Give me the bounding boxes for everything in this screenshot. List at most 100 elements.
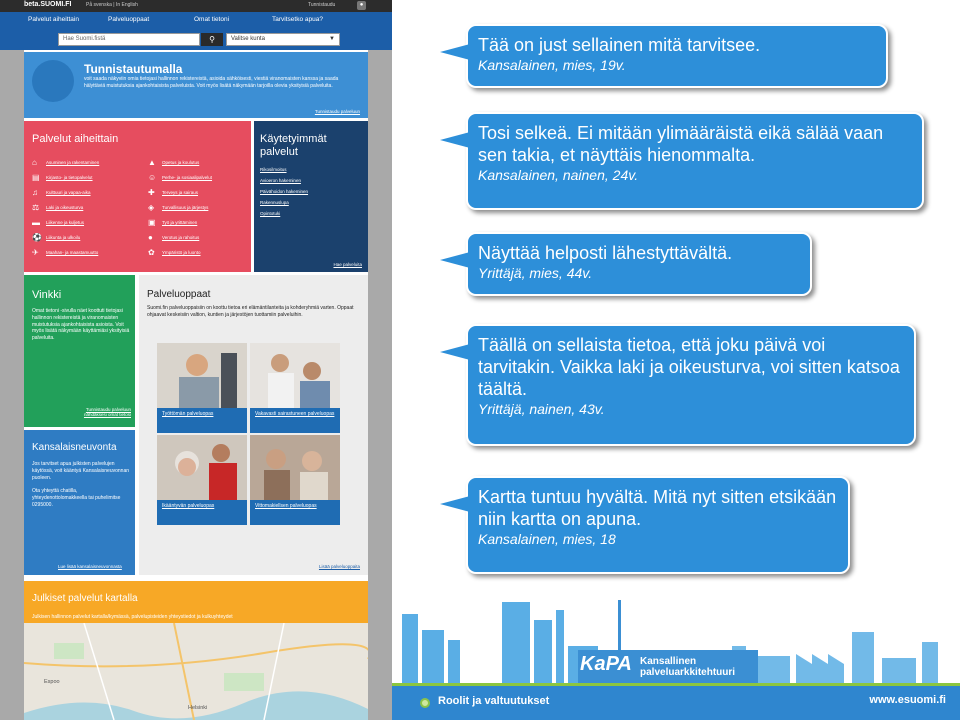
map-place-label: Espoo xyxy=(44,679,60,685)
more-guides-link[interactable]: Lisää palveluoppaita xyxy=(319,564,360,569)
tax-icon: ● xyxy=(148,233,153,242)
municipality-select[interactable]: Valitse kunta ▼ xyxy=(226,33,340,46)
most-used-list: Rikosilmoitus Avioeron hakeminen Päiväho… xyxy=(260,167,308,222)
services-map-title: Julkiset palvelut kartalla xyxy=(32,593,138,604)
quote-bubble: Tää on just sellainen mitä tarvitsee. Ka… xyxy=(440,24,888,88)
services-map-text: Julkisen hallinnon palvelut kartalla/kym… xyxy=(32,614,233,620)
topic-link[interactable]: ✚ Terveys ja sairaus xyxy=(148,185,212,200)
work-icon: ▣ xyxy=(148,218,156,227)
topic-link[interactable]: ⚽ Liikunta ja ulkoilu xyxy=(32,230,99,245)
topic-link[interactable]: ♫ Kulttuuri ja vapaa-aika xyxy=(32,185,99,200)
user-icon xyxy=(32,60,74,102)
services-map[interactable]: Espoo Helsinki xyxy=(24,623,368,720)
topic-link[interactable]: ▲ Opetus ja koulutus xyxy=(148,155,212,170)
municipality-select-value: Valitse kunta xyxy=(231,36,265,42)
topic-link[interactable]: ☺ Perhe- ja sosiaalipalvelut xyxy=(148,170,212,185)
tip-title: Vinkki xyxy=(32,289,62,301)
home-icon: ⌂ xyxy=(32,158,37,167)
tip-text: Omat tietoni -sivulla näet koottuti tiet… xyxy=(32,308,130,342)
site-topbar: beta.SUOMI.FI På svenska | In English Tu… xyxy=(0,0,392,12)
search-bar: Hae Suomi.fistä ⚲ Valitse kunta ▼ xyxy=(0,30,392,50)
bubble-tail xyxy=(440,44,470,60)
site-logo[interactable]: beta.SUOMI.FI xyxy=(24,1,71,8)
topic-link[interactable]: ⚖ Laki ja oikeusturva xyxy=(32,200,99,215)
guide-caption: Työttömän palveluopas xyxy=(162,411,214,417)
quote-author: Kansalainen, nainen, 24v. xyxy=(478,167,639,183)
service-guides-title: Palveluoppaat xyxy=(147,289,211,300)
lock-icon[interactable]: ● xyxy=(357,1,366,10)
nav-tarvitsetko-apua[interactable]: Tarvitsetko apua? xyxy=(272,16,323,23)
guide-tile[interactable]: Vittomakiellsen palveluopas xyxy=(250,435,340,525)
tip-link[interactable]: Tunnistaudu palveluun nähdäksesi omat ti… xyxy=(71,407,131,417)
citizen-advice-box: Kansalaisneuvonta Jos tarvitset apua jul… xyxy=(24,430,135,575)
login-promo-title: Tunnistautumalla xyxy=(84,62,183,76)
guide-photo xyxy=(250,435,340,500)
guide-photo xyxy=(157,343,247,408)
culture-icon: ♫ xyxy=(32,188,38,197)
topic-link[interactable]: ◈ Turvallisuus ja järjestys xyxy=(148,200,212,215)
family-icon: ☺ xyxy=(148,173,157,182)
guide-photo xyxy=(250,343,340,408)
nav-omat-tietoni[interactable]: Omat tietoni xyxy=(194,16,229,23)
service-guides: Palveluoppaat Suomi.fin palveluoppaisiin… xyxy=(139,275,368,575)
footer-strip: Roolit ja valtuutukset www.esuomi.fi xyxy=(392,686,960,720)
citizen-advice-contact: Ota yhteyttä chatilla, yhteydenottolomak… xyxy=(32,488,121,508)
services-by-topic: Palvelut aiheittain ⌂ Asuminen ja rakenta… xyxy=(24,121,251,272)
bubble-tail xyxy=(440,496,470,512)
kapa-logo: KaPA Kansallinen palveluarkkitehtuuri xyxy=(580,653,740,685)
guide-tile[interactable]: Ikääntyvän palveluopas xyxy=(157,435,247,525)
bubble-tail xyxy=(440,132,470,148)
language-links[interactable]: På svenska | In English xyxy=(86,2,138,8)
most-used-services: Käytetyimmät palvelut Rikosilmoitus Avio… xyxy=(254,121,368,272)
quote-text: Kartta tuntuu hyvältä. Mitä nyt sitten e… xyxy=(478,487,837,529)
quote-bubble: Tosi selkeä. Ei mitään ylimääräistä eikä… xyxy=(440,112,924,210)
most-used-link[interactable]: Avioeron hakeminen xyxy=(260,178,308,189)
kapa-title: Kansallinen palveluarkkitehtuuri xyxy=(640,656,736,678)
plane-icon: ✈ xyxy=(32,248,39,257)
guide-tile[interactable]: Työttömän palveluopas xyxy=(157,343,247,433)
sport-icon: ⚽ xyxy=(32,233,42,242)
topic-link[interactable]: ✿ Ympäristö ja luonto xyxy=(148,245,212,260)
citizen-advice-title: Kansalaisneuvonta xyxy=(32,442,117,453)
most-used-link[interactable]: Rikosilmoitus xyxy=(260,167,308,178)
quote-text: Tosi selkeä. Ei mitään ylimääräistä eikä… xyxy=(478,123,884,165)
service-guides-text: Suomi.fin palveluoppaisiin on koottu tie… xyxy=(147,305,354,318)
topic-link[interactable]: ▣ Työ ja yrittäminen xyxy=(148,215,212,230)
login-link[interactable]: Tunnistaudu xyxy=(308,2,335,8)
search-services-link[interactable]: Hae palveluita xyxy=(333,262,362,267)
quote-author: Kansalainen, mies, 19v. xyxy=(478,57,626,73)
search-icon[interactable]: ⚲ xyxy=(201,33,223,46)
footer-roles: Roolit ja valtuutukset xyxy=(438,695,550,707)
quote-author: Kansalainen, mies, 18 xyxy=(478,531,616,547)
shield-icon: ◈ xyxy=(148,203,155,212)
bubble-tail xyxy=(440,252,470,268)
most-used-link[interactable]: Rakennuslupa xyxy=(260,200,308,211)
quote-text: Täällä on sellaista tietoa, että joku pä… xyxy=(478,335,900,399)
topic-link[interactable]: ⌂ Asuminen ja rakentaminen xyxy=(32,155,99,170)
quote-bubble: Kartta tuntuu hyvältä. Mitä nyt sitten e… xyxy=(440,476,850,574)
citizen-advice-link[interactable]: Lue lisää kansalaisneuvonnasta xyxy=(58,564,122,569)
leaf-icon: ✿ xyxy=(148,248,155,257)
quote-bubble: Täällä on sellaista tietoa, että joku pä… xyxy=(440,324,916,446)
guide-caption: Vakavasti sairastuneen palveluopas xyxy=(255,411,335,417)
topic-link[interactable]: ▬ Liikenne ja kuljetus xyxy=(32,215,99,230)
topic-link[interactable]: ● Verotus ja rahoitus xyxy=(148,230,212,245)
login-promo-link[interactable]: Tunnistaudu palveluun xyxy=(315,109,360,114)
bubble-tail xyxy=(440,344,470,360)
footer-url[interactable]: www.esuomi.fi xyxy=(869,694,946,706)
education-icon: ▲ xyxy=(148,158,156,167)
most-used-link[interactable]: Opintotuki xyxy=(260,211,308,222)
services-by-topic-title: Palvelut aiheittain xyxy=(32,133,119,145)
topic-link[interactable]: ▤ Kirjasto- ja tietopalvelut xyxy=(32,170,99,185)
topic-link[interactable]: ✈ Maahan- ja maastamuutto xyxy=(32,245,99,260)
nav-palvelut-aiheittain[interactable]: Palvelut aiheittain xyxy=(28,16,79,23)
quote-author: Yrittäjä, mies, 44v. xyxy=(478,265,593,281)
most-used-title: Käytetyimmät palvelut xyxy=(260,133,327,158)
nav-palveluoppaat[interactable]: Palveluoppaat xyxy=(108,16,149,23)
login-promo: Tunnistautumalla voit saada näkyviin omi… xyxy=(24,52,368,118)
search-input[interactable]: Hae Suomi.fistä xyxy=(58,33,200,46)
kapa-mark: KaPA xyxy=(580,653,632,675)
guide-tile[interactable]: Vakavasti sairastuneen palveluopas xyxy=(250,343,340,433)
most-used-link[interactable]: Päivähoidon hakeminen xyxy=(260,189,308,200)
login-promo-text: voit saada näkyviin omia tietojasi halli… xyxy=(84,76,339,89)
